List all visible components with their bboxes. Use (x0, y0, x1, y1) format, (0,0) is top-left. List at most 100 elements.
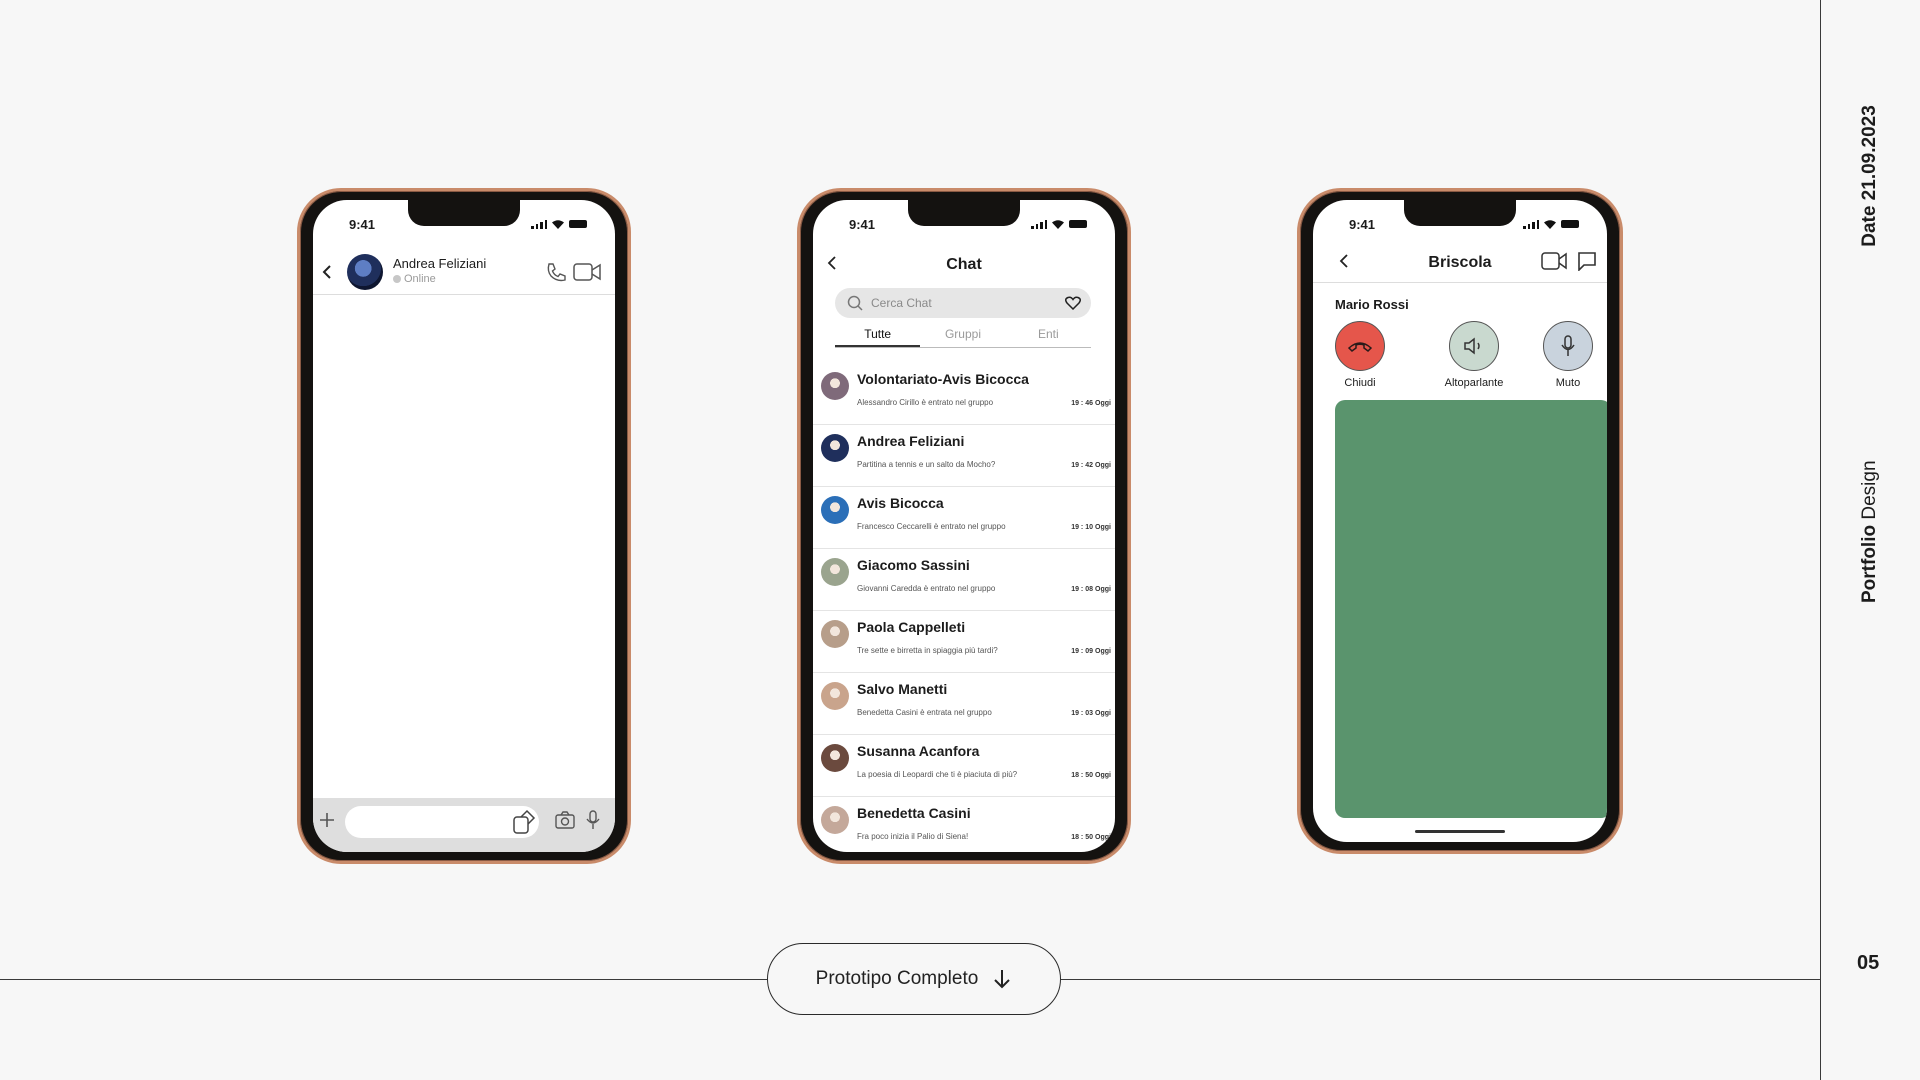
chat-day: Oggi (1095, 400, 1111, 407)
chat-time: 19 : 46 (1071, 400, 1093, 407)
chat-name: Volontariato-Avis Bicocca (857, 371, 1029, 387)
phone-chat-detail: 9:41 Andrea Feliziani Online (297, 188, 631, 864)
mic-icon[interactable] (586, 810, 600, 830)
chat-name: Paola Cappelleti (857, 619, 966, 635)
portfolio-label: Portfolio Design (1859, 460, 1880, 603)
chat-day: Oggi (1095, 462, 1111, 469)
tab-gruppi[interactable]: Gruppi (920, 327, 1005, 347)
status-time: 9:41 (849, 216, 876, 232)
prototype-button-label: Prototipo Completo (815, 968, 979, 989)
arrow-down-icon (994, 970, 1011, 989)
hangup-label: Chiudi (1344, 377, 1376, 389)
chat-avatar (821, 682, 849, 710)
chat-name: Susanna Acanfora (857, 743, 980, 759)
caller-name: Mario Rossi (1335, 297, 1409, 312)
chat-time: 19 : 10 (1071, 524, 1093, 531)
phone-icon[interactable] (545, 262, 567, 284)
chat-time: 19 : 42 (1071, 462, 1093, 469)
chat-last-message: Francesco Ceccarelli è entrato nel grupp… (857, 522, 1006, 531)
wifi-icon (1052, 219, 1064, 229)
chat-day: Oggi (1095, 834, 1111, 841)
chat-row[interactable]: Salvo Manetti Benedetta Casini è entrata … (813, 672, 1115, 735)
contact-status: Online (393, 273, 436, 285)
chat-avatar (821, 744, 849, 772)
chat-name: Avis Bicocca (857, 495, 944, 511)
mic-icon (1561, 335, 1575, 356)
back-arrow-icon[interactable] (321, 264, 333, 280)
chat-row[interactable]: Giacomo Sassini Giovanni Caredda è entrat… (813, 548, 1115, 611)
video-call-area (1335, 400, 1607, 818)
chat-row[interactable]: Benedetta Casini Fra poco inizia il Palio… (813, 796, 1115, 852)
speaker-icon (1464, 337, 1480, 355)
chat-last-message: Tre sette e birretta in spiaggia più tar… (857, 646, 998, 655)
plus-icon[interactable] (319, 812, 335, 828)
chat-time: 18 : 50 (1071, 772, 1093, 779)
chat-name: Salvo Manetti (857, 681, 948, 697)
call-screen: 9:41 Briscola Mario Rossi Chiudi Altopar… (1313, 200, 1607, 842)
battery-icon (1561, 220, 1579, 228)
chat-avatar (821, 434, 849, 462)
chat-row[interactable]: Andrea Feliziani Partitina a tennis e un … (813, 424, 1115, 487)
chat-day: Oggi (1095, 524, 1111, 531)
mute-label: Muto (1555, 377, 1581, 389)
battery-icon (569, 220, 587, 228)
video-icon[interactable] (573, 262, 601, 282)
signal-icon (1031, 219, 1047, 229)
chat-day: Oggi (1095, 710, 1111, 717)
chat-time: 19 : 03 (1071, 710, 1093, 717)
bottom-divider-left (0, 979, 767, 980)
chat-avatar (821, 620, 849, 648)
chat-icon[interactable] (1577, 251, 1597, 271)
status-time: 9:41 (1349, 216, 1376, 232)
chat-row[interactable]: Paola Cappelleti Tre sette e birretta in … (813, 610, 1115, 673)
phone-chat-list: 9:41 Chat Cerca Chat Tutte Gruppi Enti V… (797, 188, 1131, 864)
chat-day: Oggi (1095, 586, 1111, 593)
contact-name: Andrea Feliziani (393, 256, 487, 271)
avatar[interactable] (347, 254, 383, 290)
message-input[interactable] (345, 806, 539, 838)
chat-row[interactable]: Avis Bicocca Francesco Ceccarelli è entra… (813, 486, 1115, 549)
status-time: 9:41 (349, 216, 376, 232)
date-label: Date 21.09.2023 (1859, 105, 1880, 247)
chat-last-message: Partitina a tennis e un salto da Mocho? (857, 460, 996, 469)
chat-day: Oggi (1095, 772, 1111, 779)
chat-time: 19 : 09 (1071, 648, 1093, 655)
prototype-button[interactable]: Prototipo Completo (767, 943, 1061, 1015)
search-placeholder: Cerca Chat (871, 296, 932, 310)
chat-row[interactable]: Susanna Acanfora La poesia di Leopardi ch… (813, 734, 1115, 797)
search-input[interactable]: Cerca Chat (835, 288, 1091, 318)
camera-icon[interactable] (555, 811, 575, 829)
chat-day: Oggi (1095, 648, 1111, 655)
signal-icon (531, 219, 547, 229)
signal-icon (1523, 219, 1539, 229)
chat-avatar (821, 558, 849, 586)
sticker-icon[interactable] (511, 808, 537, 836)
page-title: Chat (946, 256, 982, 273)
hangup-button[interactable] (1335, 321, 1385, 371)
tab-enti[interactable]: Enti (1006, 327, 1091, 347)
chat-avatar (821, 496, 849, 524)
home-indicator (1415, 830, 1505, 833)
phone-call: 9:41 Briscola Mario Rossi Chiudi Altopar… (1297, 188, 1623, 854)
hangup-icon (1347, 342, 1373, 352)
page-number: 05 (1857, 952, 1880, 974)
video-icon[interactable] (1541, 252, 1567, 270)
speaker-button[interactable] (1449, 321, 1499, 371)
chat-tabs: Tutte Gruppi Enti (835, 327, 1091, 348)
chat-row[interactable]: Volontariato-Avis Bicocca Alessandro Ciri… (813, 362, 1115, 425)
right-divider (1820, 0, 1821, 1080)
chat-list-screen: 9:41 Chat Cerca Chat Tutte Gruppi Enti V… (813, 200, 1115, 852)
chat-last-message: Fra poco inizia il Palio di Siena! (857, 832, 969, 841)
chat-detail-screen: 9:41 Andrea Feliziani Online (313, 200, 615, 852)
wifi-icon (552, 219, 564, 229)
chat-name: Giacomo Sassini (857, 557, 970, 573)
chat-time: 19 : 08 (1071, 586, 1093, 593)
mute-button[interactable] (1543, 321, 1593, 371)
chat-name: Benedetta Casini (857, 805, 971, 821)
battery-icon (1069, 220, 1087, 228)
heart-icon[interactable] (1065, 296, 1081, 310)
search-icon (847, 295, 863, 311)
speaker-label: Altoparlante (1444, 377, 1504, 389)
tab-tutte[interactable]: Tutte (835, 327, 921, 347)
chat-avatar (821, 372, 849, 400)
